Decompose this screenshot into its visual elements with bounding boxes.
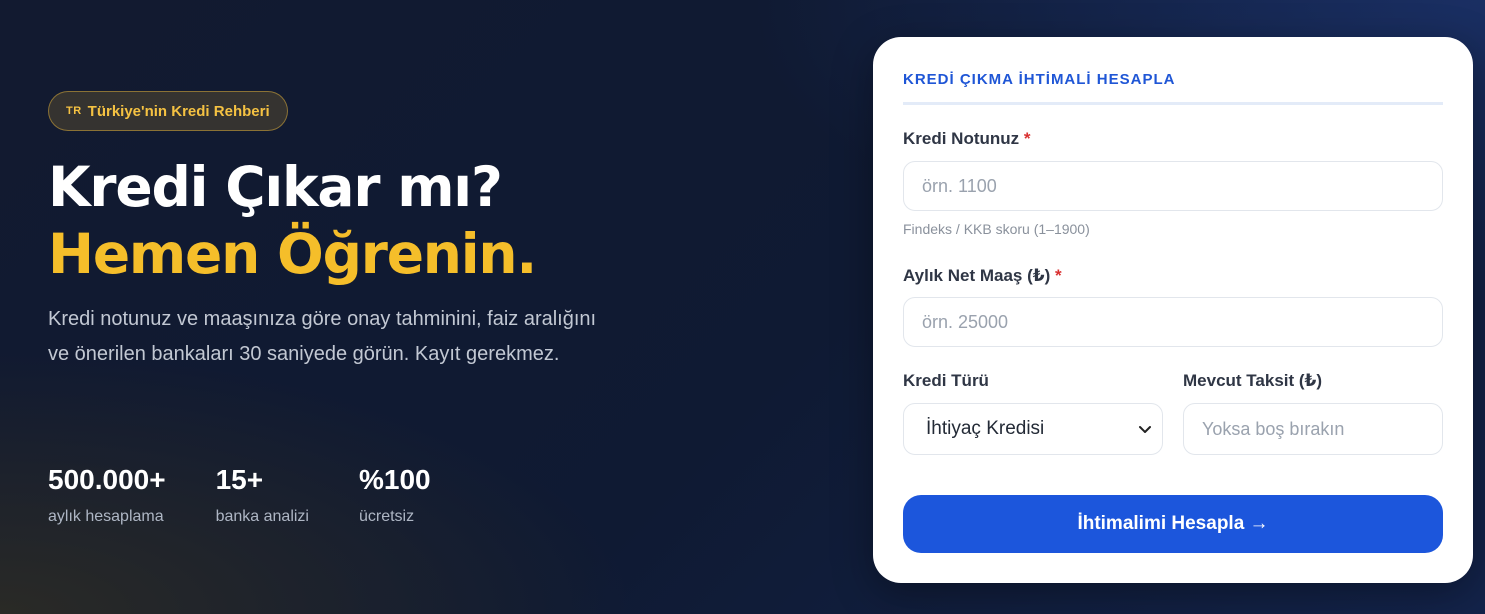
credit-score-placeholder: örn. 1100	[922, 175, 997, 196]
chevron-down-icon	[1139, 426, 1151, 433]
loan-type-label: Kredi Türü	[903, 371, 989, 390]
stats-row: 500.000+ aylık hesaplama 15+ banka anali…	[48, 462, 481, 526]
hero-badge: TR Türkiye'nin Kredi Rehberi	[48, 91, 288, 131]
stat-item: %100 ücretsiz	[359, 462, 431, 526]
hero-title: Kredi Çıkar mı? Hemen Öğrenin.	[48, 154, 668, 288]
credit-score-input[interactable]: örn. 1100	[903, 161, 1443, 211]
loan-type-select[interactable]: İhtiyaç Kredisi	[903, 403, 1163, 455]
installment-placeholder: Yoksa boş bırakın	[1202, 418, 1345, 439]
required-mark: *	[1054, 266, 1062, 285]
installment-label: Mevcut Taksit (₺)	[1183, 371, 1323, 390]
installment-input[interactable]: Yoksa boş bırakın	[1183, 403, 1443, 455]
hero-title-line2: Hemen Öğrenin.	[48, 222, 537, 286]
stat-item: 15+ banka analizi	[216, 462, 309, 526]
calculator-card: KREDİ ÇIKMA İHTİMALİ HESAPLA Kredi Notun…	[873, 37, 1473, 583]
stat-item: 500.000+ aylık hesaplama	[48, 462, 166, 526]
badge-text: Türkiye'nin Kredi Rehberi	[87, 102, 270, 120]
card-title: KREDİ ÇIKMA İHTİMALİ HESAPLA	[903, 71, 1443, 105]
salary-label: Aylık Net Maaş (₺) *	[903, 266, 1062, 286]
hero-title-line1: Kredi Çıkar mı?	[48, 155, 503, 219]
stat-value: 15+	[215, 464, 264, 495]
credit-score-hint: Findeks / KKB skoru (1–1900)	[903, 221, 1090, 237]
hero-lead: Kredi notunuz ve maaşınıza göre onay tah…	[48, 308, 597, 365]
stat-label: banka analizi	[215, 508, 309, 525]
credit-score-label: Kredi Notunuz *	[903, 129, 1031, 149]
stat-value: %100	[358, 464, 431, 495]
credit-score-label-text: Kredi Notunuz	[903, 129, 1020, 148]
calculate-button[interactable]: İhtimalimi Hesapla →	[903, 495, 1443, 553]
salary-input[interactable]: örn. 25000	[903, 297, 1443, 347]
salary-placeholder: örn. 25000	[922, 311, 1009, 332]
salary-label-text: Aylık Net Maaş (₺)	[903, 266, 1051, 285]
stat-label: ücretsiz	[358, 508, 415, 525]
hero-section: TR Türkiye'nin Kredi Rehberi Kredi Çıkar…	[48, 91, 668, 372]
loan-type-selected: İhtiyaç Kredisi	[926, 418, 1045, 439]
stat-label: aylık hesaplama	[48, 508, 164, 525]
required-mark: *	[1023, 129, 1031, 148]
turkey-flag-icon: TR	[66, 105, 82, 117]
stat-value: 500.000+	[48, 464, 166, 495]
